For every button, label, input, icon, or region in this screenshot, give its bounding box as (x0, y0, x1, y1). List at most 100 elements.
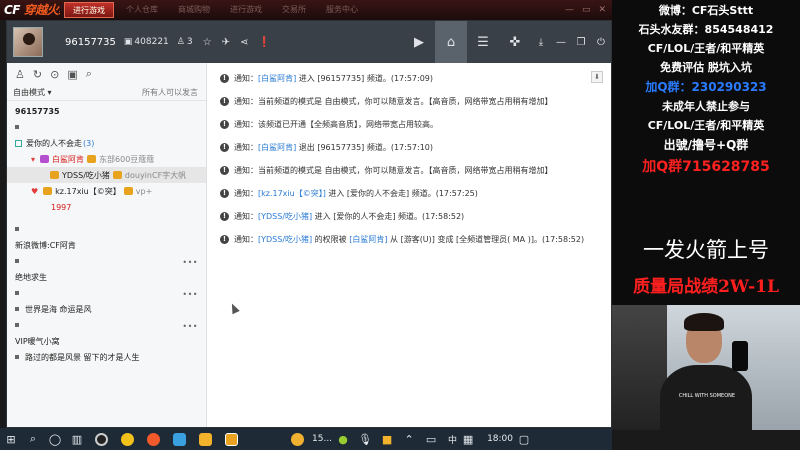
more-icon[interactable]: ••• (182, 258, 198, 267)
info-icon[interactable]: ❗ (258, 37, 270, 48)
top-tab-play-2[interactable]: 进行游戏 (222, 2, 270, 18)
obs-app-icon[interactable] (88, 428, 114, 450)
sub-channel[interactable]: 世界是海 命运是风 (7, 301, 206, 317)
chevron-up-icon[interactable]: ⌃ (398, 428, 420, 450)
input-language[interactable]: 中 (448, 433, 457, 446)
game-app-icon[interactable] (218, 428, 244, 450)
top-tab-shop[interactable]: 商城购物 (170, 2, 218, 18)
cat-app-icon[interactable] (192, 428, 218, 450)
chat-message: ! 通知：该频道已开通【全频高音质】，网络带宽占用较高。 (208, 119, 611, 130)
user-link[interactable]: [YDSS/吃小猪] (258, 235, 312, 244)
home-icon[interactable]: ⌂ (435, 21, 467, 63)
user-link[interactable]: [白鲨阿肯] (258, 74, 296, 83)
microphone-icon[interactable]: 🎙 (354, 428, 376, 450)
close-icon[interactable]: ✕ (598, 5, 606, 15)
cat-tray-icon[interactable]: ■ (376, 428, 398, 450)
message-list: ! 通知：[白鲨阿肯] 进入 [96157735] 频道。(17:57:09)! 通… (208, 63, 611, 245)
user-row[interactable]: ▾ 白鲨阿肯 东部600豆蔻蔻 (7, 151, 206, 167)
sub-channel[interactable]: VIP暖气小窝 (7, 333, 206, 349)
screen-app-icon[interactable] (166, 428, 192, 450)
minimize-icon[interactable]: — (551, 21, 571, 63)
more-icon[interactable]: ••• (182, 290, 198, 299)
permission-text: 所有人可以发言 (142, 88, 198, 97)
task-view-icon[interactable]: ▥ (66, 428, 88, 450)
notice-icon: ! (220, 120, 229, 129)
heart-icon: ♥ (31, 186, 39, 196)
star-icon[interactable]: ☆ (203, 37, 212, 48)
restore-icon[interactable]: ▭ (582, 5, 591, 15)
list-item[interactable]: ••• (7, 285, 206, 301)
minimize-icon[interactable]: — (565, 5, 574, 15)
location-icon[interactable]: ⊙ (50, 68, 59, 81)
clock[interactable]: 18:00 (487, 434, 513, 444)
overlay-line: 未成年人禁止参与 (662, 100, 750, 113)
fans-icon: ▣ (123, 37, 133, 47)
message-text: 退出 [96157735] 频道。(17:57:10) (296, 143, 434, 152)
user-icon[interactable]: ♙ (15, 68, 25, 81)
chrome-app-icon[interactable] (140, 428, 166, 450)
gamepad-icon[interactable]: ✜ (499, 21, 531, 63)
sub-channel-label: 新浪微博:CF阿肯 (15, 240, 76, 250)
member-count-value: 3 (186, 37, 193, 47)
notification-icon[interactable]: ▢ (513, 428, 535, 450)
user-link[interactable]: [白鲨阿肯] (258, 143, 296, 152)
sub-channel[interactable]: 新浪微博:CF阿肯 (7, 237, 206, 253)
ime-icon[interactable]: ▦ (457, 428, 479, 450)
image-icon[interactable]: ▣ (67, 68, 77, 81)
sub-channel[interactable]: 绝地求生 (7, 269, 206, 285)
share-icon[interactable]: ⋖ (240, 37, 248, 48)
user-name: 白鲨阿肯 (52, 154, 85, 164)
cortana-icon[interactable]: ◯ (44, 428, 66, 450)
mode-select[interactable]: 自由模式 ▾ (13, 87, 52, 98)
user-icon: ♙ (176, 37, 185, 47)
top-tab-warehouse[interactable]: 个人仓库 (118, 2, 166, 18)
windows-start-icon[interactable]: ⊞ (0, 428, 22, 450)
vip-badge-icon (112, 171, 122, 179)
list-item[interactable] (7, 119, 206, 135)
mic-icon: ▾ (31, 154, 36, 164)
member-count: ♙ 3 (177, 37, 193, 47)
power-icon[interactable]: ⏻ (591, 21, 611, 63)
yy-app-icon[interactable] (114, 428, 140, 450)
plane-icon[interactable]: ✈ (222, 37, 230, 48)
sub-channel-label: 路过的都是风景 留下的才是人生 (25, 352, 140, 362)
notice-prefix: 通知： (234, 166, 258, 175)
search-icon[interactable]: ⌕ (86, 67, 92, 81)
sub-channel[interactable]: 爱你的人不会走 (3) (7, 135, 206, 151)
video-icon[interactable]: ▶ (403, 21, 435, 63)
list-item[interactable] (7, 221, 206, 237)
sub-channel[interactable]: 路过的都是风景 留下的才是人生 (7, 349, 206, 365)
user-name: kz.17xiu【©突】 (55, 186, 121, 196)
user-link[interactable]: [kz.17xiu【©突】] (258, 189, 326, 198)
channel-root[interactable]: 96157735 (7, 103, 206, 119)
top-tab-play[interactable]: 进行游戏 (64, 2, 114, 18)
top-tab-exchange[interactable]: 交易所 (274, 2, 314, 18)
bullet-icon (15, 227, 19, 231)
top-tab-service[interactable]: 服务中心 (318, 2, 366, 18)
user-link[interactable]: [白鲨阿肯] (349, 235, 387, 244)
search-icon[interactable]: ⌕ (22, 428, 44, 450)
avatar[interactable] (13, 27, 43, 57)
user-note: vp+ (135, 186, 153, 196)
list-icon[interactable]: ☰ (467, 21, 499, 63)
restore-icon[interactable]: ❐ (571, 21, 591, 63)
list-item[interactable]: 1997 (7, 199, 206, 215)
list-item[interactable]: ••• (7, 253, 206, 269)
user-row[interactable]: YDSS/吃小猪 douyinCF字大帆 (7, 167, 206, 183)
microphone (732, 341, 748, 371)
refresh-icon[interactable]: ↻ (33, 68, 42, 81)
user-row[interactable]: ♥ kz.17xiu【©突】 vp+ (7, 183, 206, 199)
sub-channel-label: 爱你的人不会走 (26, 138, 82, 148)
bullet-icon (15, 125, 19, 129)
user-link[interactable]: [YDSS/吃小猪] (258, 212, 312, 221)
more-icon[interactable]: ••• (182, 322, 198, 331)
logo-sub: 穿越火线 (23, 3, 60, 17)
weather-icon[interactable] (284, 428, 310, 450)
sub-channel-label: VIP暖气小窝 (15, 336, 60, 346)
list-item[interactable]: ••• (7, 317, 206, 333)
yy-tray-icon[interactable]: ● (332, 428, 354, 450)
download-icon[interactable]: ⤓ (531, 21, 551, 63)
overlay-line: CF/LOL/王者/和平精英 (647, 119, 765, 132)
network-icon[interactable]: ▭ (420, 428, 442, 450)
header-nav: ▶ ⌂ ☰ ✜ ⤓ — ❐ ⏻ (403, 21, 611, 63)
